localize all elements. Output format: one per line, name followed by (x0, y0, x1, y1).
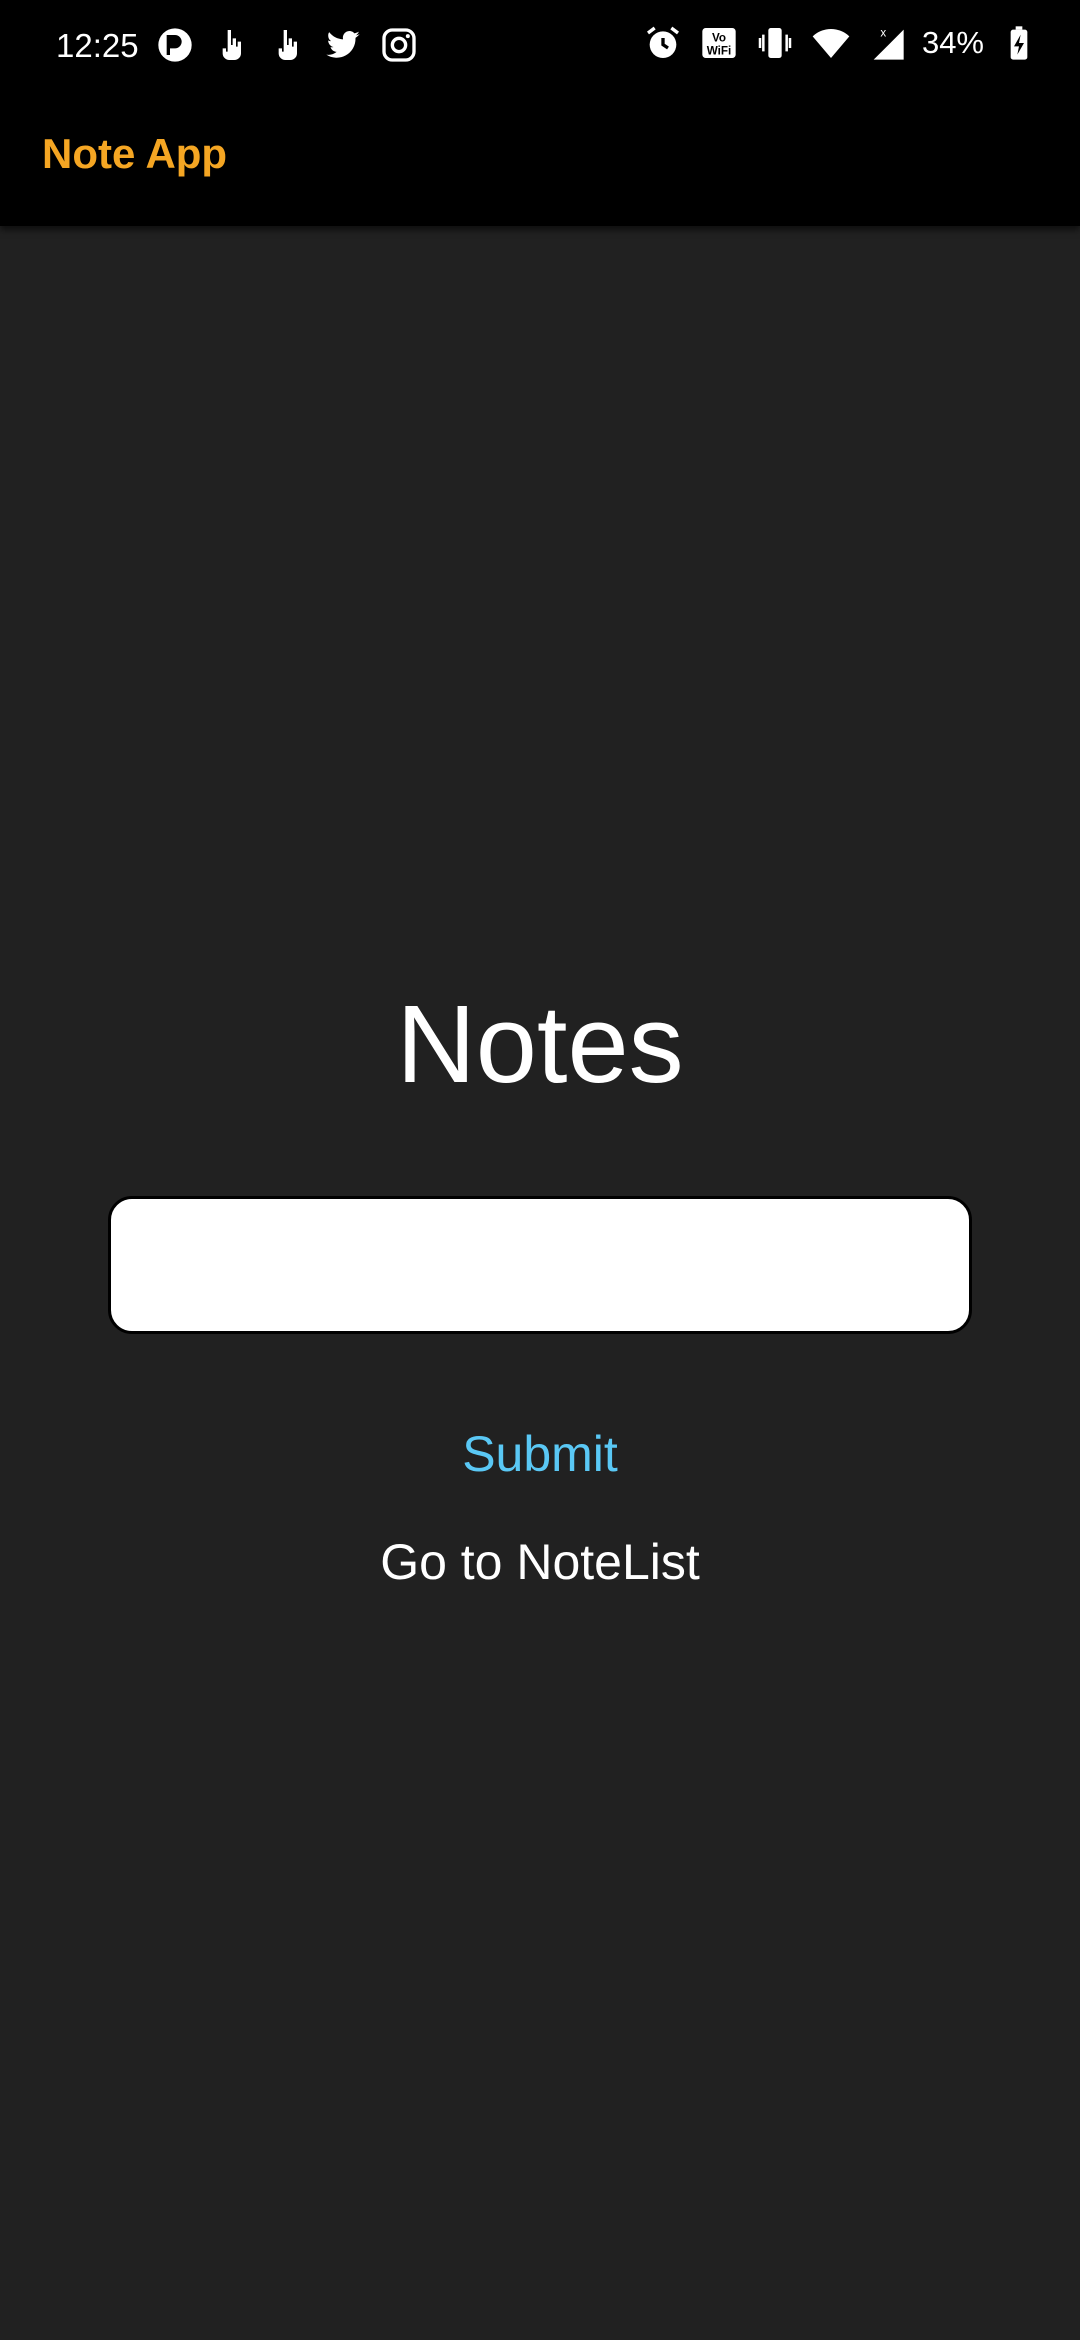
wifi-icon (810, 22, 852, 64)
system-icons: Vo WiFi x 34% (642, 22, 1040, 64)
touch-hand-icon (266, 24, 308, 66)
app-bar: Note App (0, 92, 1080, 226)
pinwheel-app-icon (154, 24, 196, 66)
app-screen: 12:25 Vo WiFi x 34% Note App Notes Submi… (0, 0, 1080, 2340)
vibrate-icon (754, 22, 796, 64)
twitter-icon (322, 24, 364, 66)
cell-signal-icon: x (866, 22, 908, 64)
alarm-icon (642, 22, 684, 64)
touch-hand-icon (210, 24, 252, 66)
notification-icons (154, 24, 420, 66)
battery-percent: 34% (921, 25, 984, 60)
status-time: 12:25 (56, 27, 139, 64)
page-title: Notes (396, 983, 684, 1106)
submit-button[interactable]: Submit (0, 1424, 1080, 1484)
svg-text:Vo: Vo (712, 31, 726, 44)
vowifi-icon: Vo WiFi (698, 22, 740, 64)
battery-charging-icon (998, 22, 1040, 64)
svg-text:x: x (880, 26, 886, 39)
instagram-icon (378, 24, 420, 66)
svg-text:WiFi: WiFi (707, 45, 732, 58)
app-title: Note App (42, 130, 228, 177)
note-input[interactable] (108, 1196, 972, 1334)
go-to-notelist-button[interactable]: Go to NoteList (0, 1532, 1080, 1592)
status-bar: 12:25 Vo WiFi x 34% (0, 0, 1080, 92)
